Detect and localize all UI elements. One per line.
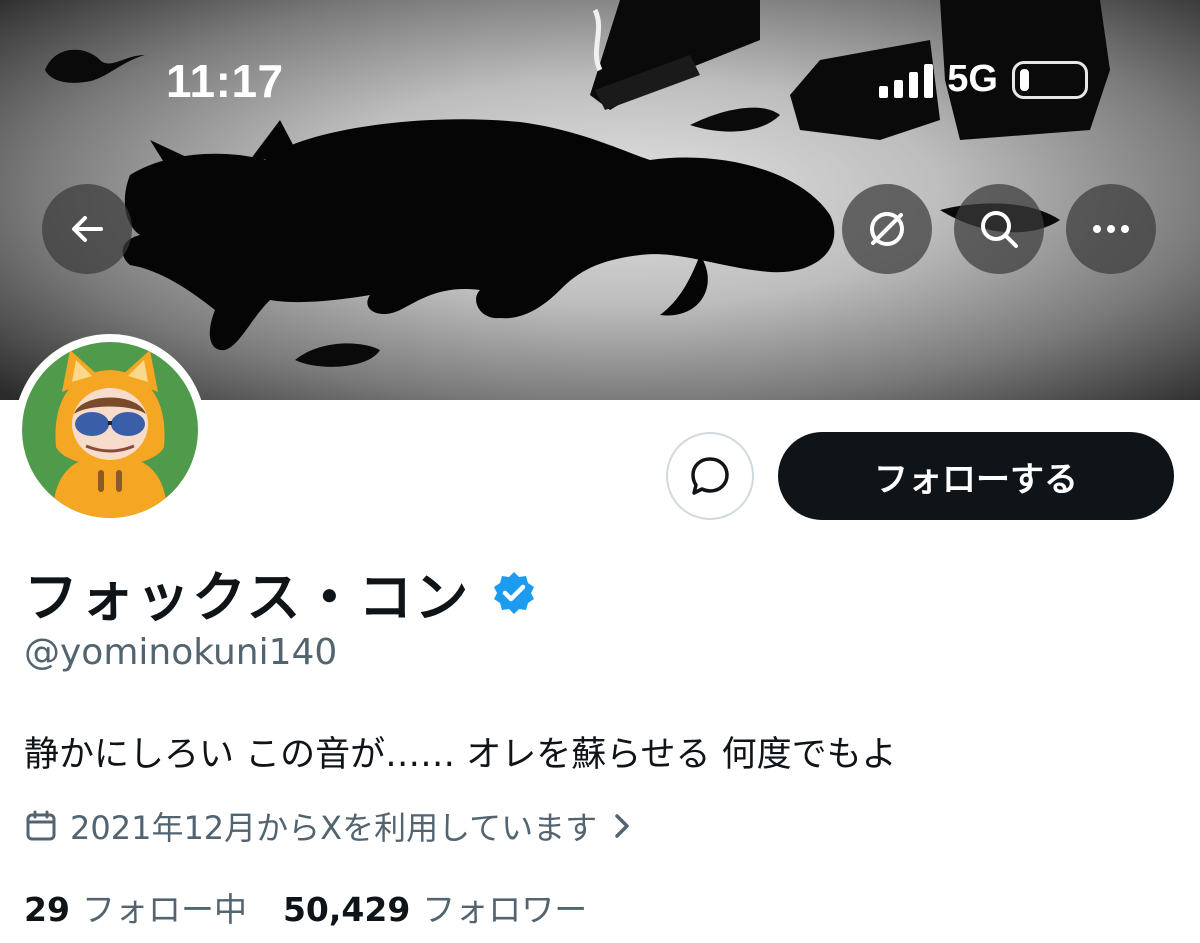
message-bubble-icon bbox=[691, 457, 729, 495]
follow-button[interactable]: フォローする bbox=[778, 432, 1174, 520]
grok-icon bbox=[870, 212, 904, 246]
joined-date-text: 2021年12月からXを利用しています bbox=[70, 809, 598, 847]
search-button[interactable] bbox=[954, 184, 1044, 274]
avatar-image bbox=[22, 342, 198, 518]
grok-button[interactable] bbox=[842, 184, 932, 274]
calendar-icon bbox=[26, 810, 56, 841]
status-time: 11:17 bbox=[166, 55, 284, 107]
display-name: フォックス・コン bbox=[24, 566, 471, 629]
follow-stats: 29 フォロー中 50,429 フォロワー bbox=[24, 883, 587, 931]
battery-icon bbox=[1012, 60, 1088, 99]
profile-handle: @yominokuni140 bbox=[24, 632, 338, 673]
network-type: 5G bbox=[947, 58, 998, 100]
chevron-right-icon bbox=[615, 814, 629, 838]
following-count: 29 bbox=[24, 890, 70, 929]
joined-date-row[interactable]: 2021年12月からXを利用しています bbox=[24, 803, 631, 849]
signal-strength-icon bbox=[879, 62, 934, 98]
followers-count: 50,429 bbox=[282, 890, 411, 929]
following-link[interactable]: 29 フォロー中 bbox=[24, 883, 247, 931]
followers-link[interactable]: 50,429 フォロワー bbox=[283, 883, 587, 931]
search-icon bbox=[981, 211, 1018, 248]
profile-bio: 静かにしろい この音が…… オレを蘇らせる 何度でもよ bbox=[24, 735, 897, 775]
verified-badge-icon[interactable] bbox=[490, 569, 538, 617]
more-button[interactable] bbox=[1066, 184, 1156, 274]
profile-banner[interactable]: 11:17 5G bbox=[0, 0, 1200, 400]
profile-name-row: フォックス・コン bbox=[24, 553, 538, 632]
arrow-left-icon bbox=[72, 216, 103, 242]
profile-avatar[interactable] bbox=[14, 334, 206, 526]
back-button[interactable] bbox=[42, 184, 132, 274]
message-button[interactable] bbox=[666, 432, 754, 520]
followers-label: フォロワー bbox=[422, 890, 588, 929]
status-indicators: 5G bbox=[879, 58, 1088, 101]
following-label: フォロー中 bbox=[81, 890, 247, 929]
more-icon bbox=[1093, 225, 1129, 233]
